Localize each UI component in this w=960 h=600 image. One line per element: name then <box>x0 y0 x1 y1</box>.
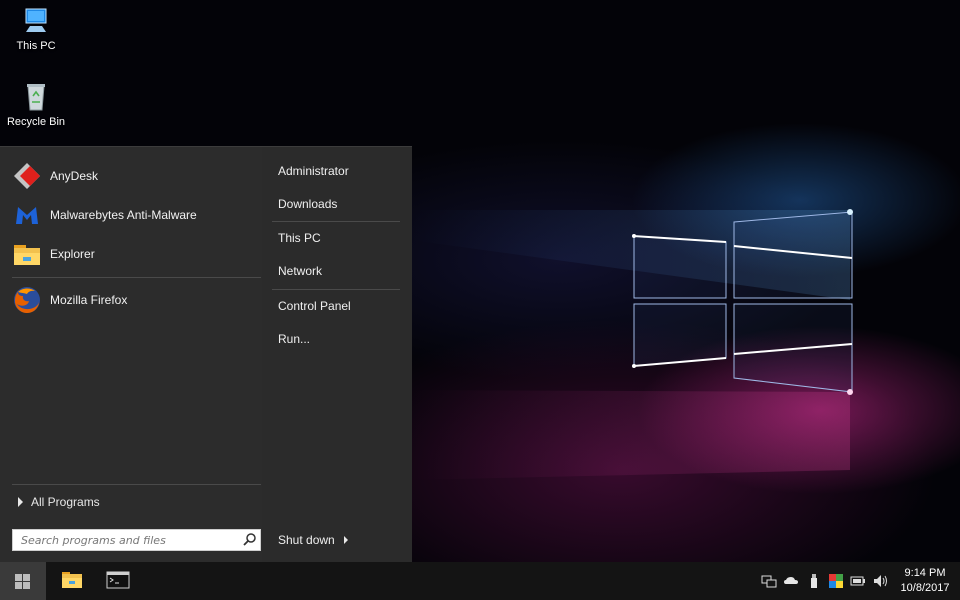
places-separator <box>272 289 400 290</box>
program-label: Explorer <box>50 247 95 261</box>
place-item-this-pc[interactable]: This PC <box>266 224 404 252</box>
program-item-anydesk[interactable]: AnyDesk <box>4 158 260 194</box>
place-item-control-panel[interactable]: Control Panel <box>266 292 404 320</box>
program-label: Mozilla Firefox <box>50 293 128 307</box>
search-input[interactable] <box>13 530 240 550</box>
firefox-icon <box>12 285 42 315</box>
start-menu-programs-pane: AnyDesk Malwarebytes Anti-Malware Explor… <box>0 147 262 563</box>
cloud-icon[interactable] <box>783 573 799 589</box>
taskbar-command-prompt[interactable] <box>94 562 140 600</box>
place-label: Run... <box>278 332 311 346</box>
clock-time: 9:14 PM <box>904 567 946 579</box>
battery-icon[interactable] <box>850 573 866 589</box>
color-icon[interactable] <box>828 573 844 589</box>
recycle-bin-icon <box>20 82 52 112</box>
shutdown-button[interactable]: Shut down <box>278 529 362 551</box>
program-label: Malwarebytes Anti-Malware <box>50 208 197 222</box>
search-icon[interactable] <box>240 530 260 550</box>
program-list-separator <box>12 277 261 278</box>
shutdown-options-arrow-icon[interactable] <box>344 536 348 544</box>
shutdown-label: Shut down <box>278 533 335 547</box>
taskbar: 9:14 PM 10/8/2017 <box>0 562 960 600</box>
desktop-icon-recycle-bin[interactable]: Recycle Bin <box>0 82 73 128</box>
anydesk-icon <box>12 161 42 191</box>
all-programs-label: All Programs <box>31 495 100 509</box>
start-button[interactable] <box>0 562 46 600</box>
place-item-network[interactable]: Network <box>266 257 404 285</box>
command-prompt-icon <box>106 571 130 589</box>
this-pc-icon <box>20 6 52 36</box>
windows-logo-icon <box>15 574 30 589</box>
place-label: Administrator <box>278 164 349 178</box>
desktop-icon-this-pc[interactable]: This PC <box>0 6 73 52</box>
places-separator <box>272 221 400 222</box>
start-menu-places-pane: Administrator Downloads This PC Network … <box>262 147 412 563</box>
program-item-malwarebytes[interactable]: Malwarebytes Anti-Malware <box>4 197 260 233</box>
place-label: Downloads <box>278 197 338 211</box>
desktop-icon-label: Recycle Bin <box>6 116 66 128</box>
program-item-firefox[interactable]: Mozilla Firefox <box>4 282 260 318</box>
clock-date: 10/8/2017 <box>900 582 950 594</box>
place-label: This PC <box>278 231 321 245</box>
usb-drive-icon[interactable] <box>806 573 822 589</box>
folder-icon <box>12 239 42 269</box>
all-programs-button[interactable]: All Programs <box>14 495 100 509</box>
clock[interactable]: 9:14 PM 10/8/2017 <box>892 566 958 596</box>
place-item-downloads[interactable]: Downloads <box>266 190 404 218</box>
place-label: Control Panel <box>278 299 351 313</box>
place-item-administrator[interactable]: Administrator <box>266 157 404 185</box>
program-label: AnyDesk <box>50 169 99 183</box>
start-menu: AnyDesk Malwarebytes Anti-Malware Explor… <box>0 146 412 563</box>
arrow-right-icon <box>18 497 23 507</box>
volume-icon[interactable] <box>872 573 888 589</box>
network-icon[interactable] <box>761 573 777 589</box>
all-programs-separator <box>12 484 261 485</box>
place-label: Network <box>278 264 323 278</box>
desktop-icon-label: This PC <box>16 40 56 52</box>
program-item-explorer[interactable]: Explorer <box>4 236 260 272</box>
malwarebytes-icon <box>12 200 42 230</box>
place-item-run[interactable]: Run... <box>266 325 404 353</box>
search-box <box>12 529 261 551</box>
file-explorer-icon <box>62 572 82 588</box>
taskbar-file-explorer[interactable] <box>48 562 94 600</box>
